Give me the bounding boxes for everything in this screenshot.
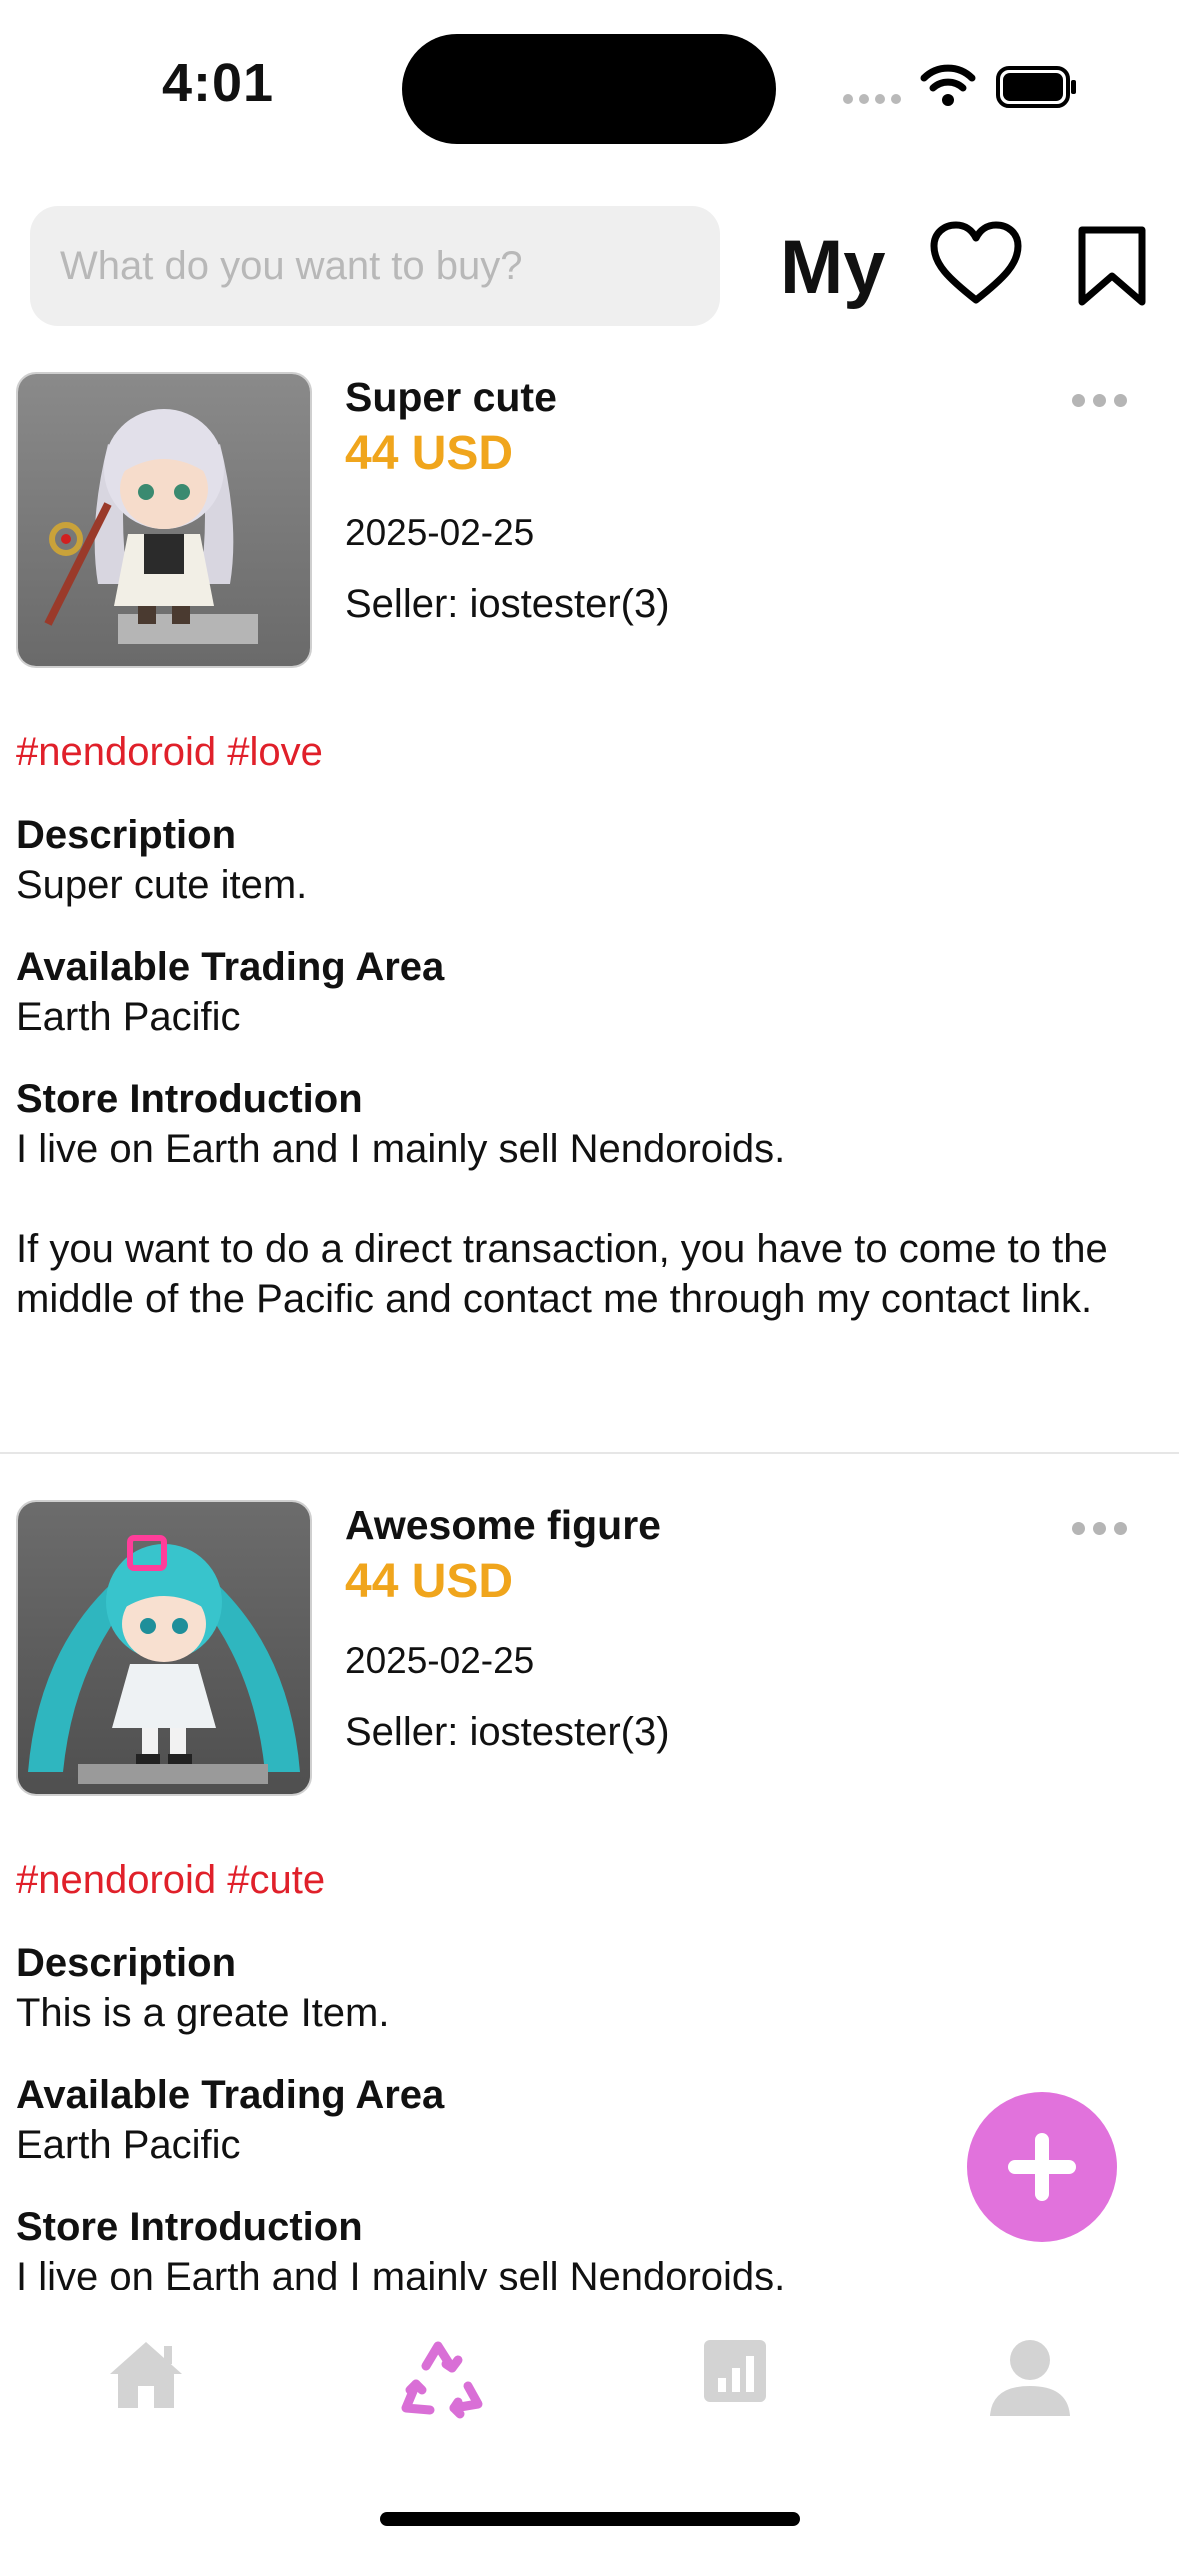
description-section: Description This is a greate Item. [16, 1938, 1156, 2038]
status-time: 4:01 [162, 53, 275, 113]
trading-area-label: Available Trading Area [16, 945, 445, 989]
battery-icon [996, 66, 1076, 108]
description-text: This is a greate Item. [16, 1991, 390, 2035]
trading-area-section: Available Trading Area Earth Pacific [16, 942, 1156, 1042]
product-image[interactable] [16, 1500, 312, 1796]
item-tags[interactable]: #nendoroid #cute [16, 1858, 325, 1903]
cellular-signal-icon [843, 94, 901, 104]
trading-area-text: Earth Pacific [16, 995, 241, 1039]
search-input[interactable] [30, 206, 730, 326]
item-price: 44 USD [345, 427, 514, 480]
store-introduction-label: Store Introduction [16, 1077, 363, 1121]
item-tags[interactable]: #nendoroid #love [16, 730, 323, 775]
product-image[interactable] [16, 372, 312, 668]
home-icon[interactable] [106, 2338, 186, 2410]
search-bar[interactable] [30, 206, 730, 326]
wifi-icon [920, 64, 976, 106]
item-seller[interactable]: Seller: iostester(3) [345, 1710, 670, 1755]
item-title[interactable]: Super cute [345, 374, 557, 421]
item-date: 2025-02-25 [345, 1640, 535, 1681]
my-label[interactable]: My [780, 224, 886, 311]
divider [0, 1452, 1179, 1454]
more-options-icon[interactable] [1072, 394, 1127, 407]
item-date: 2025-02-25 [345, 512, 535, 553]
figure-illustration [18, 1502, 310, 1794]
bookmark-icon[interactable] [1076, 226, 1148, 306]
recycle-icon[interactable] [396, 2338, 486, 2422]
description-label: Description [16, 813, 237, 857]
dynamic-island [402, 34, 776, 144]
trading-area-label: Available Trading Area [16, 2073, 445, 2117]
description-section: Description Super cute item. [16, 810, 1156, 910]
store-introduction-text: I live on Earth and I mainly sell Nendor… [16, 1127, 1108, 1321]
item-price: 44 USD [345, 1555, 514, 1608]
item-title[interactable]: Awesome figure [345, 1502, 661, 1549]
figure-illustration [18, 374, 310, 666]
description-text: Super cute item. [16, 863, 308, 907]
add-item-button[interactable] [967, 2092, 1117, 2242]
item-seller[interactable]: Seller: iostester(3) [345, 582, 670, 627]
home-indicator [380, 2512, 800, 2526]
profile-icon[interactable] [988, 2338, 1072, 2418]
store-introduction-section: Store Introduction I live on Earth and I… [16, 2202, 1156, 2302]
status-bar: 4:01 [0, 0, 1179, 180]
heart-icon[interactable] [928, 220, 1024, 306]
store-introduction-section: Store Introduction I live on Earth and I… [16, 1074, 1156, 1324]
plus-icon [1008, 2133, 1076, 2201]
more-options-icon[interactable] [1072, 1522, 1127, 1535]
chart-icon[interactable] [702, 2338, 768, 2404]
description-label: Description [16, 1941, 237, 1985]
